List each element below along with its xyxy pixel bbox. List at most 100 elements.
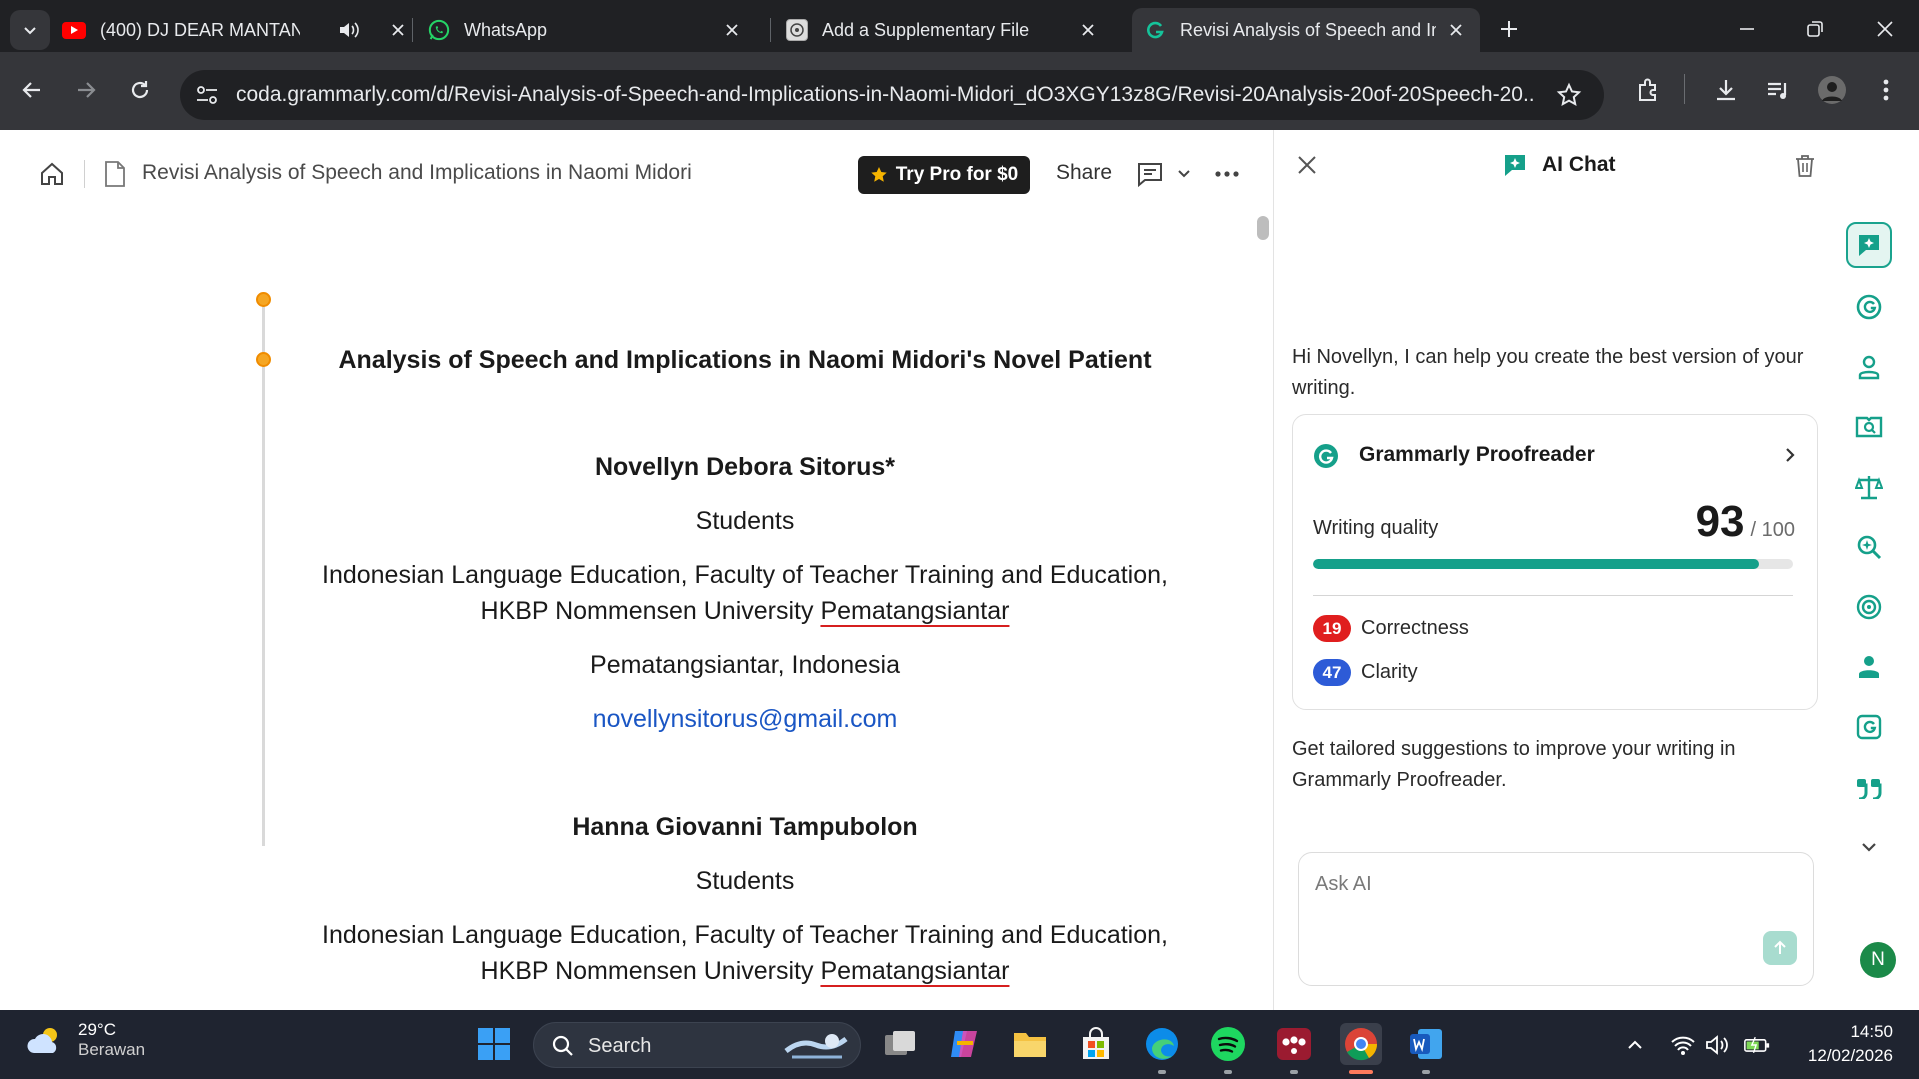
file-explorer-app[interactable]: [1010, 1024, 1050, 1064]
address-bar[interactable]: coda.grammarly.com/d/Revisi-Analysis-of-…: [180, 70, 1604, 120]
close-tab-icon[interactable]: [388, 20, 408, 40]
chrome-app[interactable]: [1340, 1023, 1382, 1065]
task-view-button[interactable]: [880, 1024, 920, 1064]
microsoft-store-app[interactable]: [1076, 1024, 1116, 1064]
spotify-icon: [1211, 1027, 1245, 1061]
scrollbar-thumb[interactable]: [1257, 216, 1269, 240]
search-label: Search: [588, 1035, 652, 1057]
tab-search-button[interactable]: [10, 10, 50, 50]
tab-title: Add a Supplementary File: [822, 19, 1030, 40]
weather-description: Berawan: [78, 1040, 146, 1059]
home-icon[interactable]: [38, 160, 66, 188]
edge-app[interactable]: [1142, 1024, 1182, 1064]
extensions-button[interactable]: [1632, 74, 1664, 106]
trash-icon[interactable]: [1794, 154, 1816, 178]
rail-quotes[interactable]: [1852, 770, 1886, 804]
tab-supplementary-file[interactable]: Add a Supplementary File: [786, 8, 1112, 52]
close-tab-icon[interactable]: [1446, 20, 1466, 40]
flagged-word[interactable]: Pematangsiantar: [820, 957, 1009, 985]
user-avatar[interactable]: N: [1860, 942, 1896, 978]
site-settings-icon[interactable]: [194, 83, 220, 107]
book-search-icon: [1855, 416, 1883, 438]
mendeley-app[interactable]: [1274, 1024, 1314, 1064]
try-pro-button[interactable]: Try Pro for $0: [858, 156, 1030, 194]
forward-button[interactable]: [70, 74, 102, 106]
author-name: Novellyn Debora Sitorus*: [594, 453, 896, 481]
taskbar-search[interactable]: Search: [533, 1022, 861, 1068]
system-clock[interactable]: 14:50 12/02/2026: [1808, 1020, 1893, 1068]
wifi-status[interactable]: [1670, 1032, 1696, 1058]
flagged-word[interactable]: Pematangsiantar: [820, 597, 1009, 625]
paper-title: Analysis of Speech and Implications in N…: [338, 346, 1152, 374]
clarity-metric[interactable]: 47 Clarity: [1313, 659, 1418, 686]
doc-title[interactable]: Revisi Analysis of Speech and Implicatio…: [142, 161, 692, 185]
back-button[interactable]: [16, 74, 48, 106]
show-hidden-icons-button[interactable]: [1622, 1032, 1648, 1058]
ask-ai-box[interactable]: [1298, 852, 1814, 986]
magnifier-sparkle-icon: [1857, 535, 1882, 560]
correctness-count-badge: 19: [1313, 615, 1351, 642]
send-button[interactable]: [1763, 931, 1797, 965]
proofreader-card[interactable]: Grammarly Proofreader Writing quality 93…: [1292, 414, 1818, 710]
battery-status[interactable]: [1744, 1032, 1770, 1058]
chrome-menu-button[interactable]: [1870, 74, 1902, 106]
weather-temperature: 29°C: [78, 1020, 116, 1039]
new-tab-button[interactable]: [1496, 16, 1522, 42]
close-window-button[interactable]: [1870, 14, 1900, 44]
proofreader-suggestion-text: Get tailored suggestions to improve your…: [1292, 738, 1736, 791]
quote-icon: [1857, 779, 1882, 799]
weather-widget[interactable]: 29°C Berawan: [26, 1020, 145, 1060]
chevron-down-icon[interactable]: [1176, 166, 1192, 182]
ask-ai-input[interactable]: [1315, 873, 1715, 896]
spotify-app[interactable]: [1208, 1024, 1248, 1064]
author-role: Students: [695, 507, 795, 535]
tab-grammarly-doc[interactable]: Revisi Analysis of Speech and In: [1132, 8, 1480, 52]
start-button[interactable]: [474, 1024, 514, 1064]
reload-button[interactable]: [124, 74, 156, 106]
correctness-label: Correctness: [1361, 617, 1469, 639]
rail-paraphraser[interactable]: [1852, 590, 1886, 624]
rail-proofreader[interactable]: [1852, 290, 1886, 324]
author-email-link[interactable]: novellynsitorus@gmail.com: [280, 705, 1210, 734]
correctness-metric[interactable]: 19 Correctness: [1313, 615, 1469, 642]
restore-button[interactable]: [1800, 14, 1830, 44]
rail-humanizer[interactable]: [1852, 710, 1886, 744]
document-canvas[interactable]: Analysis of Speech and Implications in N…: [0, 216, 1272, 1010]
share-button[interactable]: Share: [1056, 161, 1112, 185]
rail-expert-review[interactable]: [1852, 650, 1886, 684]
volume-status[interactable]: [1705, 1032, 1731, 1058]
close-tab-icon[interactable]: [722, 20, 742, 40]
close-icon[interactable]: [1296, 154, 1318, 176]
tab-youtube[interactable]: (400) DJ DEAR MANTAN - II: [62, 8, 404, 52]
word-app[interactable]: [1406, 1024, 1446, 1064]
author-affiliation: HKBP Nommensen University Pematangsianta…: [280, 957, 1210, 986]
tab-whatsapp[interactable]: WhatsApp: [428, 8, 756, 52]
rail-expand[interactable]: [1852, 830, 1886, 864]
outline-marker[interactable]: [256, 292, 271, 307]
close-tab-icon[interactable]: [1078, 20, 1098, 40]
outline-marker[interactable]: [256, 352, 271, 367]
document-icon: [105, 161, 125, 187]
chevron-right-icon[interactable]: [1781, 445, 1799, 465]
author-affiliation: Indonesian Language Education, Faculty o…: [322, 921, 1168, 949]
panel-header: AI Chat: [1502, 152, 1616, 178]
speaker-icon[interactable]: [338, 20, 360, 40]
rail-plagiarism[interactable]: [1852, 410, 1886, 444]
media-control-button[interactable]: [1762, 74, 1794, 106]
copilot-app[interactable]: [944, 1024, 984, 1064]
rail-ai-chat[interactable]: [1846, 222, 1892, 268]
minimize-button[interactable]: [1732, 14, 1762, 44]
reload-icon: [131, 81, 149, 99]
rail-citations[interactable]: [1852, 470, 1886, 504]
profile-avatar[interactable]: [1816, 74, 1848, 106]
quality-progress-fill: [1313, 559, 1760, 569]
plus-icon: [1501, 21, 1517, 37]
try-pro-label: Try Pro for $0: [895, 164, 1019, 185]
bookmark-star-icon[interactable]: [1556, 82, 1582, 108]
comment-icon[interactable]: [1136, 160, 1164, 188]
rail-ai-detector[interactable]: [1852, 530, 1886, 564]
more-options-icon[interactable]: [1214, 170, 1240, 178]
downloads-button[interactable]: [1710, 74, 1742, 106]
clock-time: 14:50: [1850, 1022, 1893, 1041]
rail-reader-reactions[interactable]: [1852, 350, 1886, 384]
